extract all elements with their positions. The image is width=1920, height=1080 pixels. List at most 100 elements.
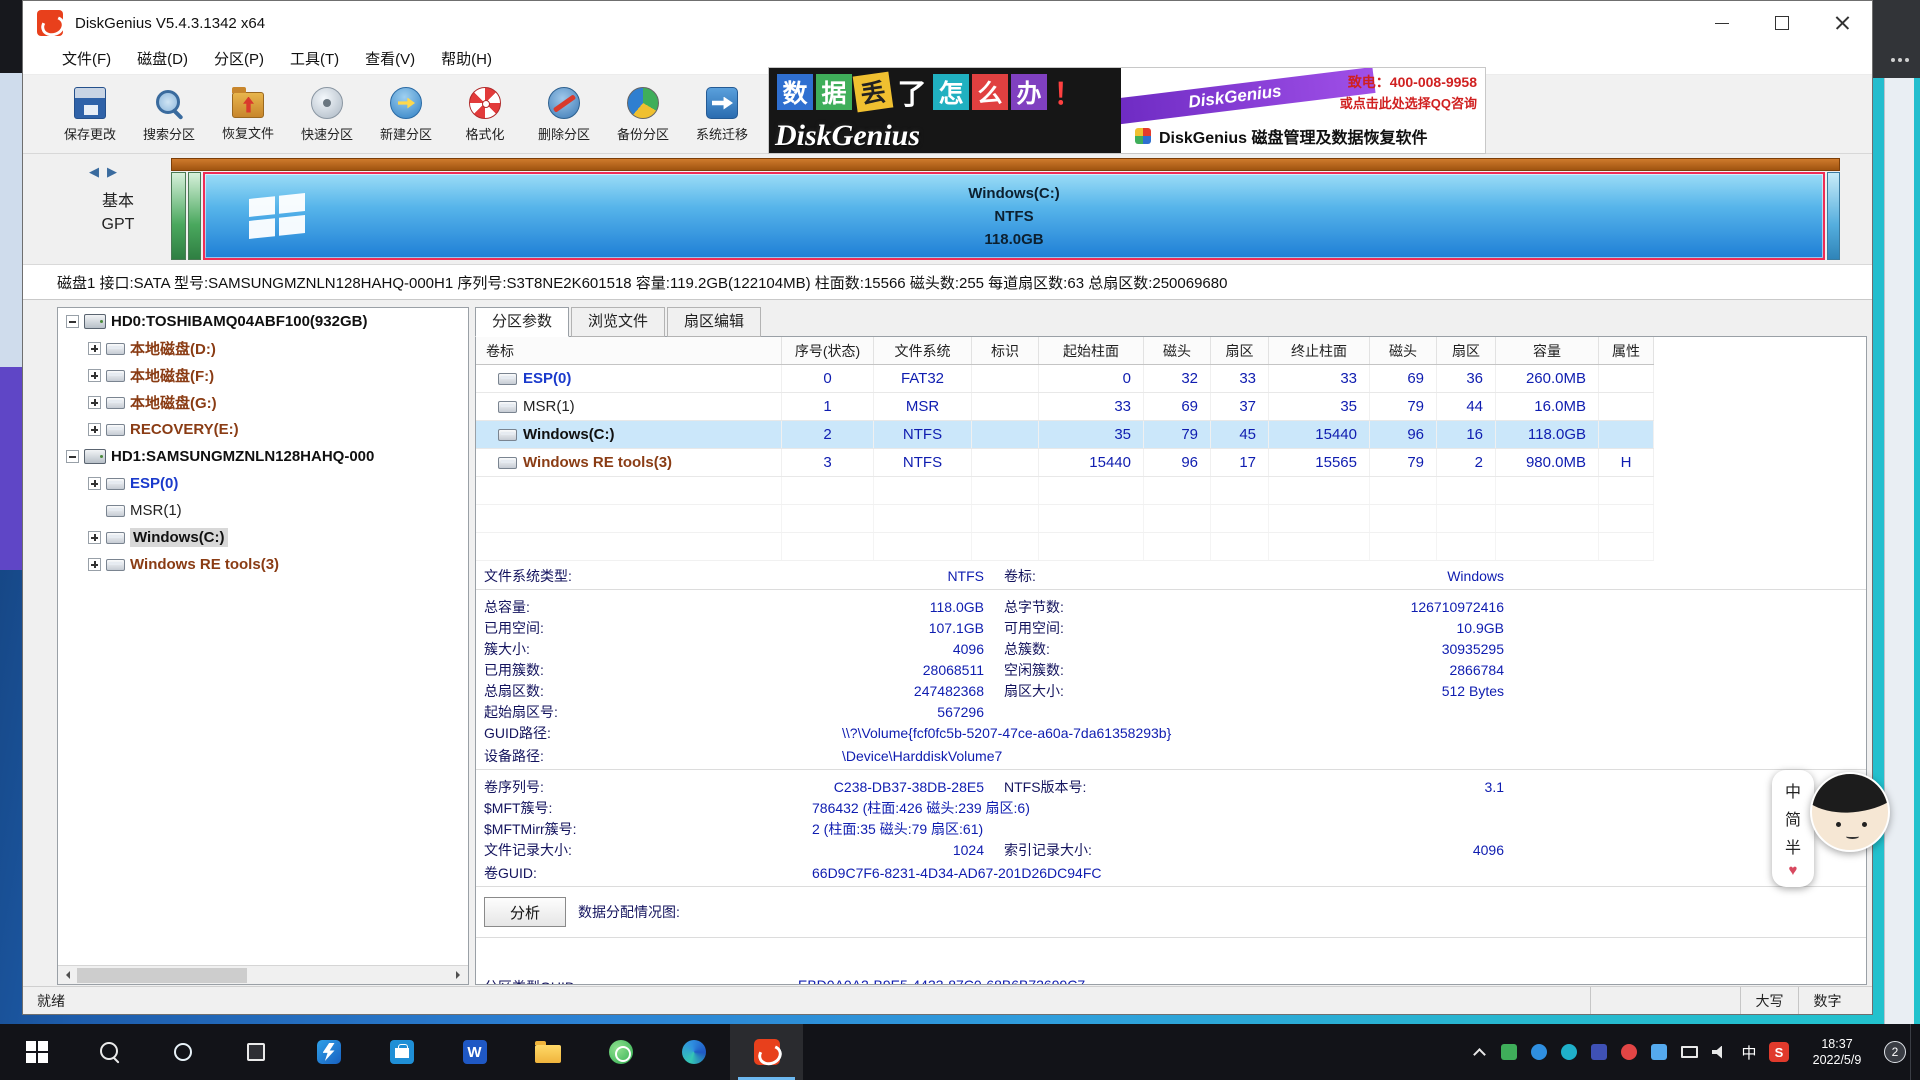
expand-icon[interactable]	[88, 531, 101, 544]
partition-row-msr[interactable]: MSR(1) 1 MSR 33 69 37 35 79 44 16.0MB	[476, 393, 1654, 421]
resize-grip[interactable]	[1856, 987, 1872, 1014]
ad-qq-link[interactable]: 或点击此处选择QQ咨询	[1340, 93, 1477, 112]
edge-button[interactable]	[657, 1024, 730, 1080]
system-migration-button[interactable]: 系统迁移	[684, 79, 760, 150]
menu-help[interactable]: 帮助(H)	[428, 45, 505, 75]
tree-item-msr[interactable]: MSR(1)	[58, 497, 468, 524]
recover-files-button[interactable]: 恢复文件	[210, 79, 286, 150]
tree-horizontal-scrollbar[interactable]	[58, 965, 468, 984]
pinned-app-1-button[interactable]	[292, 1024, 365, 1080]
detail-row: 文件系统类型: NTFS 卷标: Windows	[476, 563, 1866, 590]
tray-hidden-icons-button[interactable]	[1464, 1024, 1494, 1080]
expand-icon[interactable]	[88, 342, 101, 355]
expand-icon[interactable]	[88, 396, 101, 409]
tray-music-button[interactable]	[1614, 1024, 1644, 1080]
save-changes-button[interactable]: 保存更改	[52, 79, 128, 150]
minimize-button[interactable]	[1692, 1, 1752, 45]
partition-row-windows-c[interactable]: Windows(C:) 2 NTFS 35 79 45 15440 96 16 …	[476, 421, 1654, 449]
partition-block-re-tools[interactable]	[1827, 172, 1840, 260]
start-button[interactable]	[0, 1024, 73, 1080]
ime-mascot-avatar[interactable]	[1810, 772, 1890, 852]
tree-item-recovery-e[interactable]: RECOVERY(E:)	[58, 416, 468, 443]
scrollbar-track[interactable]	[77, 966, 449, 984]
tray-messenger-button[interactable]	[1554, 1024, 1584, 1080]
browser-app-button[interactable]	[584, 1024, 657, 1080]
prev-disk-icon[interactable]: ◀	[89, 164, 99, 180]
close-button[interactable]	[1812, 1, 1872, 45]
tree-item-local-f[interactable]: 本地磁盘(F:)	[58, 362, 468, 389]
cortana-button[interactable]	[146, 1024, 219, 1080]
ime-mode-halfwidth[interactable]: 半	[1785, 834, 1801, 858]
file-explorer-button[interactable]	[511, 1024, 584, 1080]
analyze-button[interactable]: 分析	[484, 897, 566, 927]
menu-view[interactable]: 查看(V)	[352, 45, 428, 75]
tray-ime-button[interactable]: 中	[1734, 1024, 1764, 1080]
tree-item-hd0[interactable]: HD0:TOSHIBAMQ04ABF100(932GB)	[58, 308, 468, 335]
tab-browse-files[interactable]: 浏览文件	[571, 307, 665, 337]
partition-block-esp[interactable]	[171, 172, 186, 260]
ime-status-widget[interactable]: 中 简 半 ♥	[1772, 770, 1890, 887]
show-desktop-button[interactable]	[1910, 1024, 1916, 1080]
taskbar-clock[interactable]: 18:37 2022/5/9	[1798, 1036, 1876, 1068]
tray-netdisk-button[interactable]	[1584, 1024, 1614, 1080]
heart-icon[interactable]: ♥	[1789, 862, 1798, 879]
maximize-button[interactable]	[1752, 1, 1812, 45]
titlebar: DiskGenius V5.4.3.1342 x64	[23, 1, 1872, 45]
more-icon[interactable]	[1898, 58, 1902, 62]
menu-file[interactable]: 文件(F)	[49, 45, 124, 75]
expand-icon[interactable]	[88, 369, 101, 382]
tray-video-button[interactable]	[1644, 1024, 1674, 1080]
tab-partition-parameters[interactable]: 分区参数	[475, 307, 569, 337]
ime-mode-card[interactable]: 中 简 半 ♥	[1772, 770, 1814, 887]
backup-partition-button[interactable]: 备份分区	[605, 79, 681, 150]
disk-graph: Windows(C:) NTFS 118.0GB	[171, 158, 1840, 260]
partition-block-windows-c[interactable]: Windows(C:) NTFS 118.0GB	[203, 172, 1825, 260]
disk-header-strip[interactable]	[171, 158, 1840, 171]
scroll-left-icon[interactable]	[58, 966, 77, 985]
next-disk-icon[interactable]: ▶	[107, 164, 117, 180]
ime-mode-simplified[interactable]: 简	[1785, 806, 1801, 830]
tab-sector-editor[interactable]: 扇区编辑	[667, 307, 761, 337]
diskgenius-taskbar-button[interactable]	[730, 1024, 803, 1080]
tree-item-hd1[interactable]: HD1:SAMSUNGMZNLN128HAHQ-000	[58, 443, 468, 470]
tray-network-button[interactable]	[1674, 1024, 1704, 1080]
tray-volume-button[interactable]	[1704, 1024, 1734, 1080]
task-view-button[interactable]	[219, 1024, 292, 1080]
store-button[interactable]	[365, 1024, 438, 1080]
taskbar-search-button[interactable]	[73, 1024, 146, 1080]
tray-sogou-button[interactable]: S	[1764, 1024, 1794, 1080]
tree-item-esp[interactable]: ESP(0)	[58, 470, 468, 497]
collapse-icon[interactable]	[66, 315, 79, 328]
new-partition-icon	[390, 87, 422, 119]
desktop-edge-light	[0, 73, 22, 367]
format-button[interactable]: 格式化	[447, 79, 523, 150]
menu-tools[interactable]: 工具(T)	[277, 45, 352, 75]
expand-icon[interactable]	[88, 558, 101, 571]
ime-mode-chinese[interactable]: 中	[1785, 778, 1801, 802]
word-button[interactable]: W	[438, 1024, 511, 1080]
tray-security-button[interactable]	[1494, 1024, 1524, 1080]
delete-partition-button[interactable]: 删除分区	[526, 79, 602, 150]
tree-item-local-g[interactable]: 本地磁盘(G:)	[58, 389, 468, 416]
partition-block-msr[interactable]	[188, 172, 201, 260]
partition-row-windows-re-tools[interactable]: Windows RE tools(3) 3 NTFS 15440 96 17 1…	[476, 449, 1654, 477]
notification-center-button[interactable]: 2	[1880, 1024, 1910, 1080]
tree-item-local-d[interactable]: 本地磁盘(D:)	[58, 335, 468, 362]
tree-item-windows-re-tools[interactable]: Windows RE tools(3)	[58, 551, 468, 578]
partition-row-esp[interactable]: ESP(0) 0 FAT32 0 32 33 33 69 36 260.0MB	[476, 365, 1654, 393]
partition-icon	[106, 424, 125, 436]
ad-banner[interactable]: 数 据 丢 了 怎 么 办 ！ DiskGenius DiskGenius 致电…	[768, 67, 1486, 154]
tray-cloud-button[interactable]	[1524, 1024, 1554, 1080]
menu-partition[interactable]: 分区(P)	[201, 45, 277, 75]
expand-icon[interactable]	[88, 477, 101, 490]
menu-disk[interactable]: 磁盘(D)	[124, 45, 201, 75]
collapse-icon[interactable]	[66, 450, 79, 463]
chevron-up-icon	[1473, 1048, 1486, 1061]
scrollbar-thumb[interactable]	[77, 968, 247, 983]
scroll-right-icon[interactable]	[449, 966, 468, 985]
search-partition-button[interactable]: 搜索分区	[131, 79, 207, 150]
quick-partition-button[interactable]: 快速分区	[289, 79, 365, 150]
tree-item-windows-c[interactable]: Windows(C:)	[58, 524, 468, 551]
expand-icon[interactable]	[88, 423, 101, 436]
new-partition-button[interactable]: 新建分区	[368, 79, 444, 150]
